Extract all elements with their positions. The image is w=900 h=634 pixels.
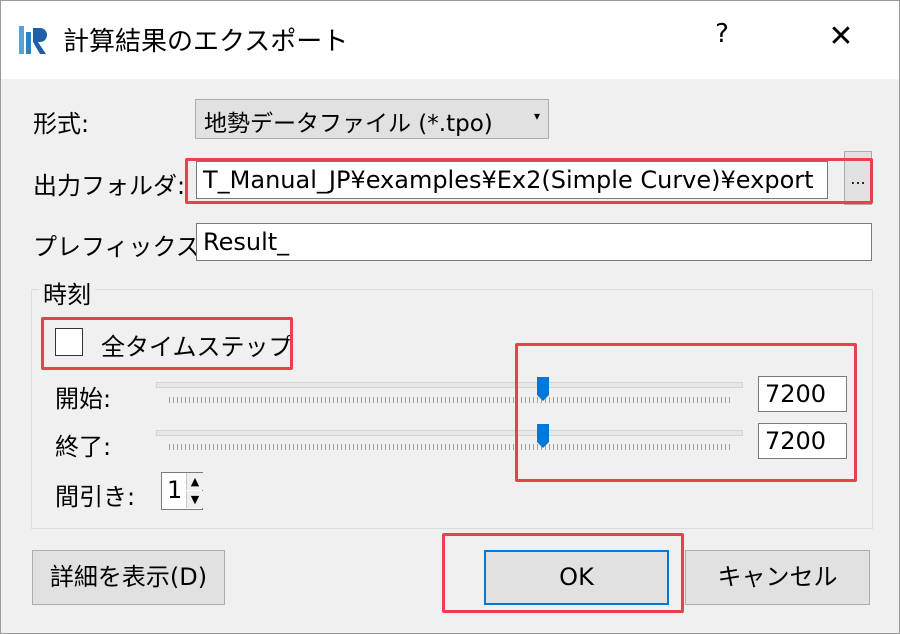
end-slider-track[interactable] bbox=[156, 430, 743, 436]
end-label: 終了: bbox=[55, 433, 112, 461]
end-slider-thumb[interactable] bbox=[536, 423, 550, 449]
start-slider-track[interactable] bbox=[156, 382, 743, 388]
export-results-dialog: 計算結果のエクスポート ? ✕ 形式: 地勢データファイル (*.tpo) ▾ … bbox=[0, 0, 900, 634]
skip-spinner[interactable]: 1 ▲ ▼ bbox=[161, 472, 203, 510]
help-button[interactable]: ? bbox=[707, 19, 737, 49]
output-folder-label: 出力フォルダ: bbox=[33, 172, 186, 200]
skip-label: 間引き: bbox=[55, 483, 136, 511]
ok-button[interactable]: OK bbox=[484, 550, 669, 605]
output-folder-input[interactable]: T_Manual_JP¥examples¥Ex2(Simple Curve)¥e… bbox=[196, 161, 828, 199]
prefix-label: プレフィックス: bbox=[33, 233, 208, 261]
arrow-up-icon[interactable]: ▲ bbox=[186, 473, 203, 490]
skip-value: 1 bbox=[167, 476, 183, 504]
all-timesteps-checkbox[interactable] bbox=[55, 328, 83, 356]
end-slider-ticks bbox=[169, 444, 731, 450]
iric-logo-icon bbox=[19, 26, 47, 54]
show-details-button[interactable]: 詳細を表示(D) bbox=[32, 550, 225, 605]
chevron-down-icon: ▾ bbox=[533, 109, 540, 123]
start-value-input[interactable]: 7200 bbox=[758, 376, 847, 412]
all-timesteps-label: 全タイムステップ bbox=[101, 333, 293, 361]
window-title: 計算結果のエクスポート bbox=[63, 27, 349, 57]
browse-button[interactable]: ... bbox=[844, 151, 872, 205]
start-slider-thumb[interactable] bbox=[536, 376, 550, 402]
start-slider-ticks bbox=[169, 397, 731, 403]
end-value-input[interactable]: 7200 bbox=[758, 423, 847, 459]
start-label: 開始: bbox=[55, 385, 112, 413]
time-group-title: 時刻 bbox=[39, 275, 95, 310]
format-selected-value: 地勢データファイル (*.tpo) bbox=[204, 111, 493, 137]
cancel-button[interactable]: キャンセル bbox=[685, 550, 870, 605]
prefix-input[interactable]: Result_ bbox=[196, 223, 872, 261]
title-bar: 計算結果のエクスポート ? ✕ bbox=[1, 1, 899, 79]
close-button[interactable]: ✕ bbox=[823, 19, 859, 54]
time-group bbox=[31, 289, 873, 529]
format-label: 形式: bbox=[33, 110, 90, 138]
arrow-down-icon[interactable]: ▼ bbox=[186, 491, 203, 508]
format-select[interactable]: 地勢データファイル (*.tpo) ▾ bbox=[195, 99, 549, 139]
